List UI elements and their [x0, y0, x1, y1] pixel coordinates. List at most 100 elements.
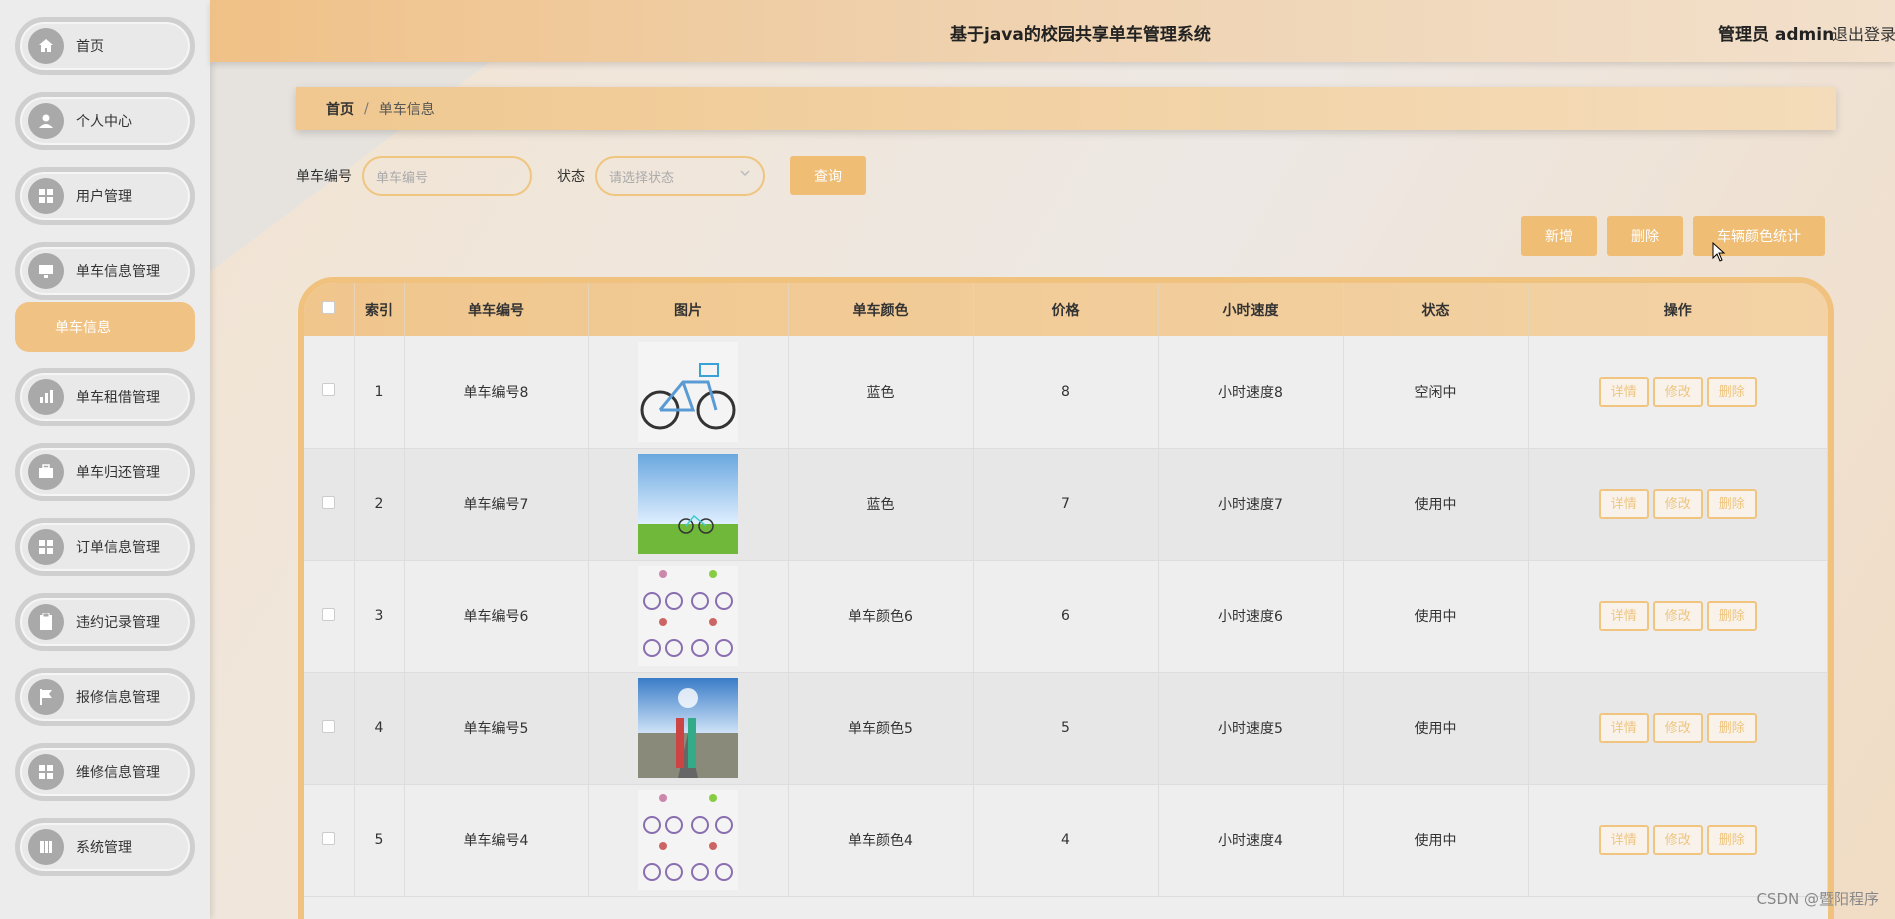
cell-bike-no: 单车编号7: [404, 448, 589, 561]
grid-icon: [28, 754, 64, 790]
sidebar-item-violation-management[interactable]: 违约记录管理: [15, 593, 195, 651]
query-button[interactable]: 查询: [790, 156, 866, 195]
bike-table: 索引 单车编号 图片 单车颜色 价格 小时速度 状态 操作 1 单车编号8 蓝色 8 小…: [298, 277, 1834, 919]
cell-index: 1: [354, 336, 405, 449]
sidebar-item-label: 单车信息管理: [76, 264, 160, 280]
sidebar-item-bike-rental-management[interactable]: 单车租借管理: [15, 368, 195, 426]
row-select-cell: [304, 336, 355, 449]
delete-button[interactable]: 删除: [1706, 376, 1757, 407]
breadcrumb: 首页 / 单车信息: [296, 87, 1836, 130]
sidebar-item-home[interactable]: 首页: [15, 17, 195, 75]
sidebar-item-maintenance-management[interactable]: 维修信息管理: [15, 743, 195, 801]
cell-color: 单车颜色5: [788, 672, 974, 785]
grid-icon: [28, 178, 64, 214]
detail-button[interactable]: 详情: [1598, 825, 1649, 855]
delete-button[interactable]: 删除: [1706, 825, 1757, 855]
cell-bike-no: 单车编号8: [404, 336, 589, 449]
cell-price: 4: [973, 784, 1159, 897]
edit-button[interactable]: 修改: [1652, 713, 1703, 743]
edit-button[interactable]: 修改: [1652, 825, 1703, 855]
row-checkbox[interactable]: [322, 831, 336, 845]
delete-button[interactable]: 删除: [1706, 489, 1757, 519]
edit-button[interactable]: 修改: [1652, 601, 1703, 631]
monitor-icon: [28, 253, 64, 289]
edit-button[interactable]: 修改: [1652, 489, 1703, 519]
row-checkbox[interactable]: [322, 719, 336, 733]
row-checkbox[interactable]: [322, 495, 336, 509]
breadcrumb-home[interactable]: 首页: [326, 99, 354, 119]
sidebar-item-repair-report-management[interactable]: 报修信息管理: [15, 668, 195, 726]
cell-status: 空闲中: [1343, 336, 1529, 449]
batch-delete-button[interactable]: 删除: [1607, 216, 1683, 256]
cell-bike-no: 单车编号4: [404, 784, 589, 897]
submenu-bike-info[interactable]: 单车信息: [15, 302, 195, 352]
sidebar-item-personal-center[interactable]: 个人中心: [15, 92, 195, 150]
table-row: 3 单车编号6 单车颜色6 6 小时速度6 使用中 详情 修改 删除: [304, 560, 1828, 673]
add-button[interactable]: 新增: [1521, 216, 1597, 256]
home-icon: [28, 28, 64, 64]
sidebar-item-system-management[interactable]: 系统管理: [15, 818, 195, 876]
current-user: 管理员 admin: [1718, 25, 1835, 45]
bike-no-label: 单车编号: [296, 169, 352, 185]
cell-speed: 小时速度5: [1158, 672, 1344, 785]
row-checkbox[interactable]: [322, 383, 336, 397]
cell-speed: 小时速度8: [1158, 336, 1344, 449]
table-row: 1 单车编号8 蓝色 8 小时速度8 空闲中 详情 修改 删除: [304, 336, 1828, 449]
app-title: 基于java的校园共享单车管理系统: [950, 25, 1211, 45]
cell-operations: 详情 修改 删除: [1528, 560, 1828, 673]
detail-button[interactable]: 详情: [1598, 489, 1649, 519]
sidebar-item-order-management[interactable]: 订单信息管理: [15, 518, 195, 576]
cell-operations: 详情 修改 删除: [1528, 448, 1828, 561]
detail-button[interactable]: 详情: [1598, 713, 1649, 743]
col-index: 索引: [354, 283, 405, 336]
cell-speed: 小时速度7: [1158, 448, 1344, 561]
cell-bike-no: 单车编号6: [404, 560, 589, 673]
cell-index: 3: [354, 560, 405, 673]
row-checkbox[interactable]: [322, 607, 336, 621]
cell-image: [588, 560, 789, 673]
user-icon: [28, 103, 64, 139]
bike-no-input[interactable]: 单车编号: [362, 156, 532, 196]
chevron-down-icon: [739, 167, 751, 183]
cell-color: 蓝色: [788, 448, 974, 561]
breadcrumb-current: 单车信息: [378, 101, 435, 118]
grid-icon: [28, 529, 64, 565]
edit-button[interactable]: 修改: [1652, 376, 1703, 407]
status-label: 状态: [557, 169, 585, 185]
col-speed: 小时速度: [1158, 283, 1344, 336]
cell-status: 使用中: [1343, 672, 1529, 785]
book-icon: [28, 829, 64, 865]
sidebar-item-user-management[interactable]: 用户管理: [15, 167, 195, 225]
cell-speed: 小时速度6: [1158, 560, 1344, 673]
cell-color: 单车颜色4: [788, 784, 974, 897]
bike-image: [638, 454, 738, 554]
detail-button[interactable]: 详情: [1598, 601, 1649, 631]
select-all-checkbox[interactable]: [322, 301, 336, 314]
bike-image: [638, 566, 738, 666]
col-image: 图片: [588, 283, 789, 336]
status-select[interactable]: 请选择状态: [595, 156, 765, 196]
detail-button[interactable]: 详情: [1598, 376, 1649, 407]
cell-image: [588, 448, 789, 561]
sidebar: 首页 个人中心 用户管理 单车信息管理 单车信息 单车租借管理 单车归还管理 订…: [0, 0, 210, 919]
delete-button[interactable]: 删除: [1706, 713, 1757, 743]
cell-index: 2: [354, 448, 405, 561]
top-header: 基于java的校园共享单车管理系统 管理员 admin 退出登录: [210, 0, 1895, 62]
bike-no-placeholder: 单车编号: [376, 170, 429, 186]
bike-image: [638, 678, 738, 778]
row-select-cell: [304, 672, 355, 785]
table-row: 4 单车编号5 单车颜色5 5 小时速度5 使用中 详情 修改 删除: [304, 672, 1828, 785]
cell-price: 8: [973, 336, 1159, 449]
col-price: 价格: [973, 283, 1159, 336]
cell-image: [588, 672, 789, 785]
cell-image: [588, 336, 789, 449]
logout-link[interactable]: 退出登录: [1832, 21, 1895, 45]
cell-color: 蓝色: [788, 336, 974, 449]
cell-index: 4: [354, 672, 405, 785]
row-select-cell: [304, 560, 355, 673]
sidebar-item-bike-info-management[interactable]: 单车信息管理: [15, 242, 195, 300]
bike-image: [638, 790, 738, 890]
delete-button[interactable]: 删除: [1706, 601, 1757, 631]
sidebar-item-bike-return-management[interactable]: 单车归还管理: [15, 443, 195, 501]
flag-icon: [28, 679, 64, 715]
